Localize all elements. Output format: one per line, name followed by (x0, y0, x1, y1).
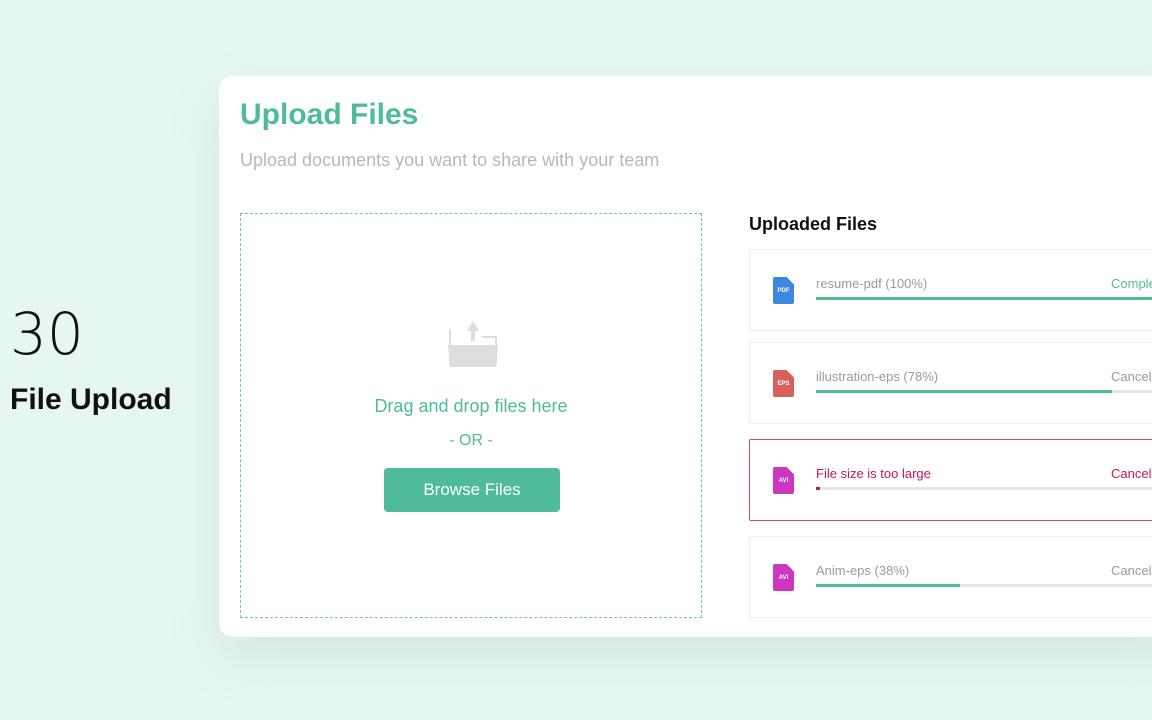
upload-card: Upload Files Upload documents you want t… (219, 76, 1152, 637)
file-type-icon: AVI (773, 467, 794, 494)
file-type-icon: AVI (773, 564, 794, 591)
progress-bar (816, 297, 1152, 300)
progress-bar (816, 487, 1152, 490)
file-name: illustration-eps (78%) (816, 369, 939, 384)
file-action-cancel[interactable]: Cancel (1111, 369, 1151, 384)
page-subtitle: Upload documents you want to share with … (240, 150, 660, 170)
progress-fill (816, 584, 961, 587)
uploaded-file-item: AVI Anim-eps (38%) Cancel (749, 536, 1152, 618)
uploaded-files-title: Uploaded Files (749, 214, 878, 234)
file-type-icon: EPS (773, 370, 794, 397)
file-name: File size is too large (816, 466, 931, 481)
section-number: 30 (10, 300, 84, 368)
browse-files-button[interactable]: Browse Files (384, 468, 560, 512)
file-type-icon: PDF (773, 277, 794, 304)
drag-drop-text: Drag and drop files here (374, 396, 568, 416)
folder-upload-icon (448, 321, 498, 367)
section-label: File Upload (10, 383, 172, 416)
file-action-cancel[interactable]: Cancel (1111, 563, 1151, 578)
progress-bar (816, 584, 1152, 587)
progress-fill (816, 297, 1152, 300)
file-name: Anim-eps (38%) (816, 563, 910, 578)
progress-bar (816, 390, 1152, 393)
progress-fill (816, 487, 820, 490)
uploaded-file-item: EPS illustration-eps (78%) Cancel (749, 342, 1152, 424)
file-action-complete[interactable]: Complete (1111, 276, 1152, 291)
page-title: Upload Files (240, 98, 419, 131)
or-divider: - OR - (449, 432, 493, 449)
uploaded-file-item: PDF resume-pdf (100%) Complete (749, 249, 1152, 331)
file-action-cancel[interactable]: Cancel (1111, 466, 1151, 481)
progress-fill (816, 390, 1113, 393)
file-name: resume-pdf (100%) (816, 276, 928, 291)
uploaded-file-item: AVI File size is too large Cancel (749, 439, 1152, 521)
dropzone[interactable]: Drag and drop files here - OR - Browse F… (240, 213, 702, 618)
